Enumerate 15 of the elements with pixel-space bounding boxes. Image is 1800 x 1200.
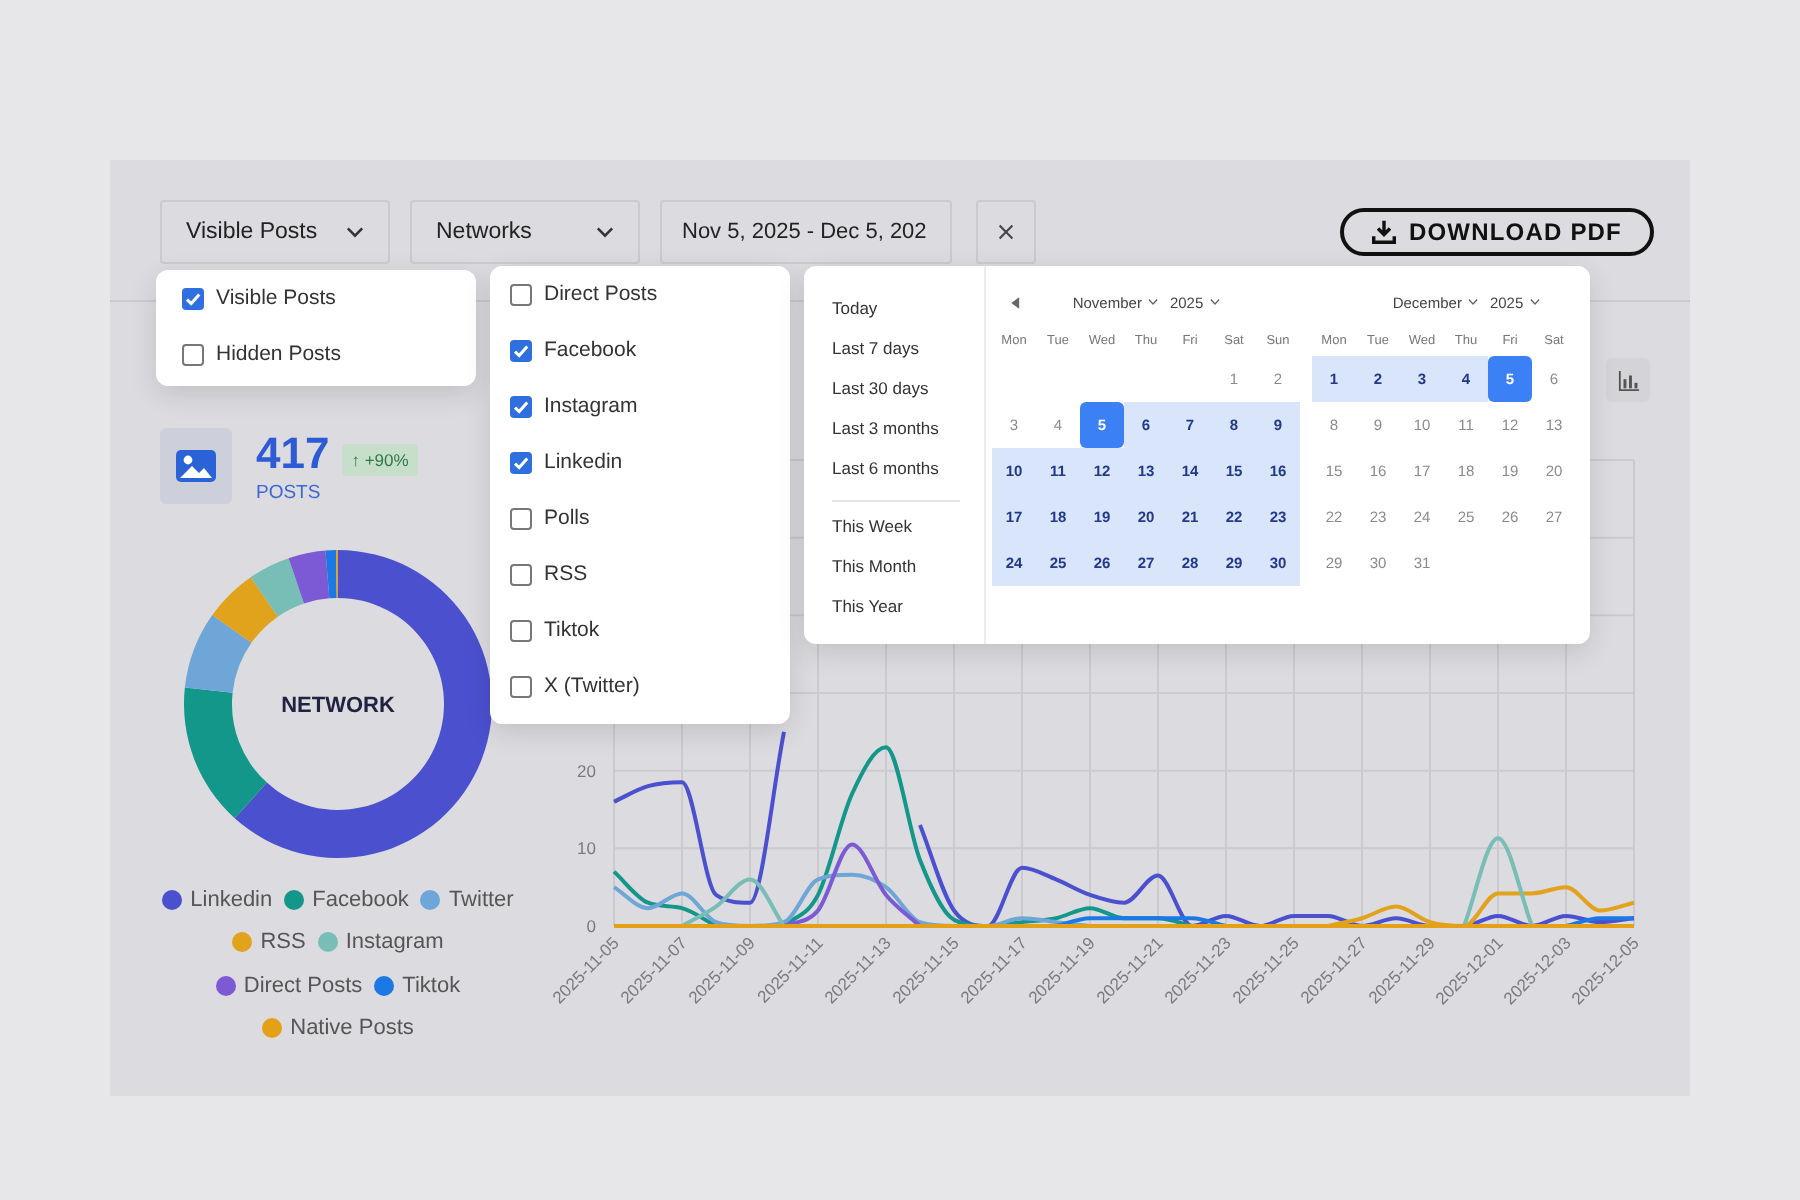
legend-label: RSS [260, 930, 306, 955]
axis-tick-label: 10 [577, 838, 596, 859]
percent-change: ↑ +90% [341, 443, 419, 475]
post-count: 417 [256, 428, 330, 480]
legend-label: Native Posts [290, 1016, 414, 1041]
posts-label: POSTS [256, 482, 323, 506]
axis-tick-label: 20 [577, 760, 596, 781]
legend-label: Tiktok [402, 973, 461, 998]
legend-label: Linkedin [190, 887, 273, 912]
legend-label: Direct Posts [243, 973, 363, 998]
legend-label: Twitter [448, 887, 514, 912]
donut-center-label: NETWORK [281, 694, 395, 718]
legend-label: Instagram [345, 930, 444, 955]
legend-label: Facebook [312, 887, 409, 912]
axis-tick-label: 0 [586, 916, 596, 936]
